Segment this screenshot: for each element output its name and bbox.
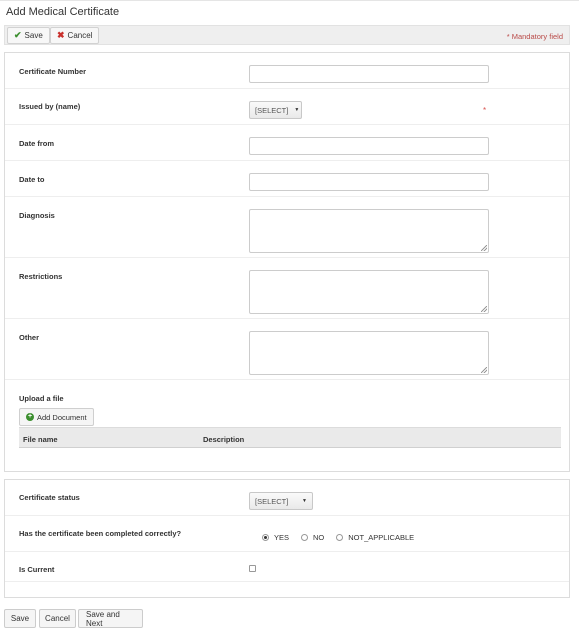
toolbar: ✔ Save ✖ Cancel * Mandatory field [4,25,570,45]
toolbar-cancel-button[interactable]: ✖ Cancel [50,27,100,44]
save-and-next-button[interactable]: Save and Next [78,609,143,628]
radio-button[interactable] [336,534,344,541]
row-completed-correctly: Has the certificate been completed corre… [5,516,569,552]
is-current-checkbox[interactable] [249,565,256,572]
row-is-current: Is Current [5,552,569,582]
date-from-label: Date from [19,139,55,148]
toolbar-cancel-label: Cancel [67,31,93,40]
other-textarea[interactable] [249,331,489,375]
caret-down-icon: ▼ [302,498,307,504]
certificate-form-panel: Certificate Number Issued by (name) [SEL… [4,52,570,472]
check-icon: ✔ [14,30,22,40]
row-date-from: Date from [5,125,569,161]
row-issued-by: Issued by (name) [SELECT] ▼ * [5,89,569,125]
file-table-header: File name Description [19,427,561,448]
certificate-number-label: Certificate Number [19,67,87,76]
column-file-name: File name [23,435,58,444]
certificate-status-select[interactable]: [SELECT] ▼ [249,492,313,510]
add-document-button[interactable]: + Add Document [19,408,94,426]
completed-correctly-label: Has the certificate been completed corre… [19,529,182,538]
other-label: Other [19,333,40,342]
resize-grip-icon[interactable] [481,306,487,312]
restrictions-label: Restrictions [19,272,63,281]
is-current-label: Is Current [19,565,55,574]
required-asterisk: * [483,106,487,115]
date-to-input[interactable] [249,173,489,191]
page-title: Add Medical Certificate [6,6,120,18]
date-from-input[interactable] [249,137,489,155]
radio-not-applicable[interactable]: NOT_APPLICABLE [336,533,414,542]
radio-button-checked[interactable] [262,534,269,541]
certificate-status-label: Certificate status [19,493,80,502]
restrictions-textarea[interactable] [249,270,489,314]
caret-down-icon: ▼ [294,107,300,113]
row-upload: Upload a file + Add Document File name D… [5,380,569,472]
diagnosis-label: Diagnosis [19,211,55,220]
diagnosis-textarea[interactable] [249,209,489,253]
issued-by-label: Issued by (name) [19,102,81,111]
title-bar: Add Medical Certificate [0,0,579,24]
radio-no[interactable]: NO [301,533,324,542]
completed-correctly-radio-group: YES NO NOT_APPLICABLE [262,533,414,542]
issued-by-select[interactable]: [SELECT] ▼ [249,101,302,119]
plus-circle-icon: + [26,413,34,421]
upload-label: Upload a file [19,394,64,403]
row-certificate-number: Certificate Number [5,53,569,89]
radio-yes[interactable]: YES [262,533,289,542]
row-restrictions: Restrictions [5,258,569,319]
radio-not-applicable-label: NOT_APPLICABLE [348,533,415,542]
add-document-label: Add Document [37,412,87,422]
toolbar-save-label: Save [24,31,43,40]
radio-yes-label: YES [274,533,290,542]
date-to-label: Date to [19,175,45,184]
issued-by-selected: [SELECT] [255,105,289,115]
status-panel: Certificate status [SELECT] ▼ Has the ce… [4,479,570,598]
close-icon: ✖ [57,30,65,40]
row-diagnosis: Diagnosis [5,197,569,258]
column-description: Description [203,435,245,444]
mandatory-field-note: * Mandatory field [506,32,563,41]
row-certificate-status: Certificate status [SELECT] ▼ [5,480,569,516]
certificate-number-input[interactable] [249,65,489,83]
radio-no-label: NO [313,533,325,542]
resize-grip-icon[interactable] [481,367,487,373]
save-button[interactable]: Save [4,609,36,628]
toolbar-save-button[interactable]: ✔ Save [7,27,50,44]
row-date-to: Date to [5,161,569,197]
cancel-button[interactable]: Cancel [39,609,76,628]
certificate-status-selected: [SELECT] [255,496,289,506]
radio-button[interactable] [301,534,309,541]
row-other: Other [5,319,569,380]
resize-grip-icon[interactable] [481,245,487,251]
